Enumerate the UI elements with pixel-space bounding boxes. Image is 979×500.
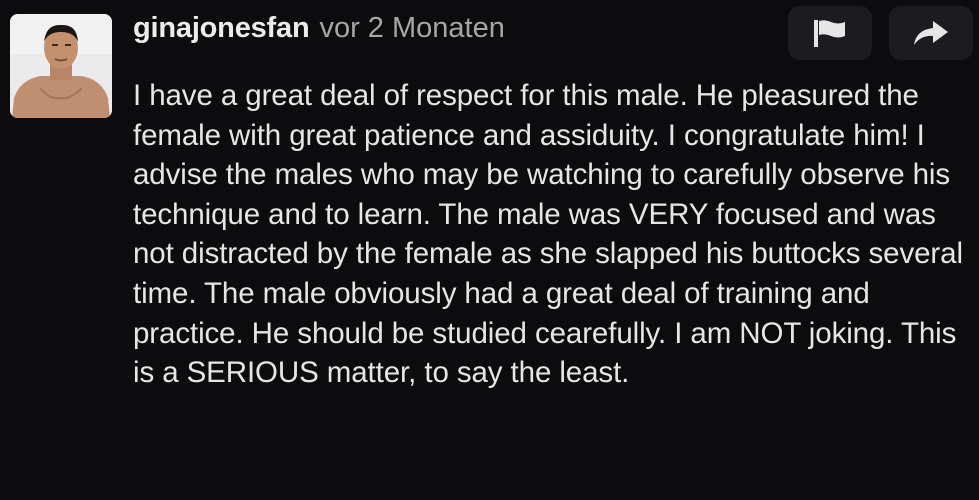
avatar[interactable] (10, 14, 112, 118)
comment-timestamp[interactable]: vor 2 Monaten (319, 12, 504, 45)
comment: ginajonesfan vor 2 Monaten I have a grea… (0, 0, 979, 500)
user-avatar-photo (10, 14, 112, 118)
flag-icon (814, 20, 845, 47)
comment-header: ginajonesfan vor 2 Monaten (133, 12, 505, 52)
share-icon (914, 21, 948, 45)
share-button[interactable] (889, 6, 973, 60)
comment-text: I have a great deal of respect for this … (133, 79, 963, 390)
flag-button[interactable] (788, 6, 872, 60)
author-name[interactable]: ginajonesfan (133, 12, 310, 45)
